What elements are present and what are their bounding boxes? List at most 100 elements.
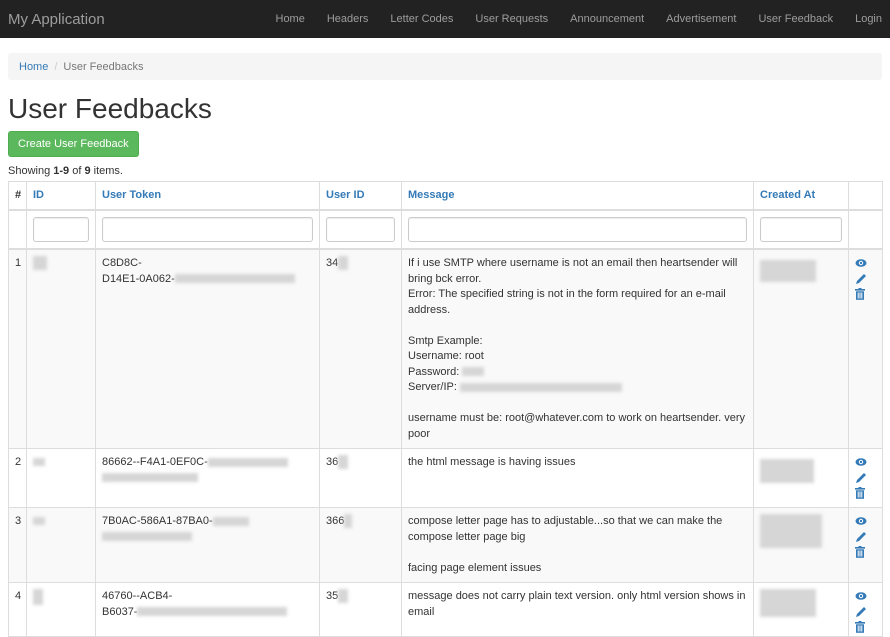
column-header-user-token[interactable]: User Token (102, 189, 161, 201)
column-header-message[interactable]: Message (408, 189, 454, 201)
row-user-token: C8D8C- D14E1-0A062- (96, 249, 320, 449)
row-index: 1 (9, 249, 27, 449)
brand-logo[interactable]: My Application (8, 11, 105, 28)
token-line2: B6037- (102, 606, 137, 618)
redacted-created-at (760, 260, 816, 282)
row-id (27, 583, 96, 637)
message-line: Smtp Example: (408, 334, 747, 350)
redacted-token (213, 517, 249, 526)
table-header-row: # ID User Token User ID Message Created … (9, 181, 883, 210)
row-actions (849, 583, 883, 637)
row-user-id: 366 (320, 508, 402, 583)
edit-pencil-icon[interactable] (855, 472, 878, 487)
row-message: If i use SMTP where username is not an e… (402, 249, 754, 449)
row-index: 3 (9, 508, 27, 583)
row-message: message does not carry plain text versio… (402, 583, 754, 637)
user-id-value: 366 (326, 515, 344, 527)
edit-pencil-icon[interactable] (855, 606, 878, 621)
redacted-created-at (760, 459, 814, 483)
row-user-id: 34 (320, 249, 402, 449)
message-line: compose letter page has to adjustable...… (408, 514, 747, 545)
user-id-value: 34 (326, 257, 338, 269)
message-line: facing page element issues (408, 561, 747, 577)
navbar: My Application Home Headers Letter Codes… (0, 0, 890, 38)
redacted-created-at (760, 514, 822, 548)
redacted-id (33, 256, 47, 270)
column-header-id[interactable]: ID (33, 189, 44, 201)
breadcrumb: Home / User Feedbacks (8, 53, 882, 80)
table-row: 1 C8D8C- D14E1-0A062- 34 If i use SMTP w… (9, 249, 883, 449)
nav-home[interactable]: Home (265, 13, 316, 25)
row-index: 2 (9, 449, 27, 508)
filter-id-input[interactable] (33, 217, 89, 242)
row-actions (849, 508, 883, 583)
row-index: 4 (9, 583, 27, 637)
edit-pencil-icon[interactable] (855, 273, 878, 288)
view-icon[interactable] (855, 591, 878, 606)
filter-created-at-input[interactable] (760, 217, 842, 242)
row-message: compose letter page has to adjustable...… (402, 508, 754, 583)
edit-pencil-icon[interactable] (855, 531, 878, 546)
redacted-created-at (760, 589, 816, 617)
row-actions (849, 449, 883, 508)
filter-user-id-input[interactable] (326, 217, 395, 242)
nav-announcement[interactable]: Announcement (559, 13, 655, 25)
summary-text: Showing 1-9 of 9 items. (8, 165, 882, 177)
token-line1: 86662--F4A1-0EF0C- (102, 456, 208, 468)
table-row: 4 46760--ACB4- B6037- 35 message does no… (9, 583, 883, 637)
redacted-token (102, 473, 198, 482)
message-line: username must be: root@whatever.com to w… (408, 411, 747, 442)
filter-message-input[interactable] (408, 217, 747, 242)
row-id (27, 508, 96, 583)
delete-trash-icon[interactable] (855, 288, 878, 303)
filter-row (9, 210, 883, 249)
user-id-value: 36 (326, 456, 338, 468)
column-header-actions (849, 181, 883, 210)
nav-menu: Home Headers Letter Codes User Requests … (265, 0, 890, 38)
redacted-token (175, 274, 295, 283)
message-line: Username: root (408, 349, 747, 365)
row-id (27, 449, 96, 508)
nav-user-feedback[interactable]: User Feedback (747, 13, 844, 25)
column-header-created-at[interactable]: Created At (760, 189, 815, 201)
delete-trash-icon[interactable] (855, 487, 878, 502)
redacted-user-id (338, 455, 348, 469)
view-icon[interactable] (855, 516, 878, 531)
summary-suffix: items. (91, 165, 123, 177)
feedback-table: # ID User Token User ID Message Created … (8, 181, 883, 637)
nav-letter-codes[interactable]: Letter Codes (379, 13, 464, 25)
row-created-at (754, 249, 849, 449)
token-line1: C8D8C- (102, 256, 313, 272)
delete-trash-icon[interactable] (855, 546, 878, 561)
row-user-token: 46760--ACB4- B6037- (96, 583, 320, 637)
row-user-id: 36 (320, 449, 402, 508)
row-created-at (754, 583, 849, 637)
view-icon[interactable] (855, 457, 878, 472)
message-line: If i use SMTP where username is not an e… (408, 256, 747, 287)
redacted-token (208, 458, 288, 467)
column-header-user-id[interactable]: User ID (326, 189, 365, 201)
message-line: Server/IP: (408, 381, 460, 393)
summary-range: 1-9 (53, 165, 69, 177)
breadcrumb-home[interactable]: Home (19, 61, 48, 73)
nav-login[interactable]: Login (844, 13, 890, 25)
main-content: Home / User Feedbacks User Feedbacks Cre… (0, 53, 890, 637)
table-row: 3 7B0AC-586A1-87BA0- 366 compose letter … (9, 508, 883, 583)
nav-advertisement[interactable]: Advertisement (655, 13, 747, 25)
user-id-value: 35 (326, 590, 338, 602)
nav-headers[interactable]: Headers (316, 13, 380, 25)
create-user-feedback-button[interactable]: Create User Feedback (8, 131, 139, 157)
redacted-id (33, 589, 43, 605)
message-line: Error: The specified string is not in th… (408, 287, 747, 318)
nav-user-requests[interactable]: User Requests (464, 13, 559, 25)
breadcrumb-current: User Feedbacks (63, 61, 143, 73)
breadcrumb-separator: / (48, 61, 63, 73)
redacted-token (137, 607, 287, 616)
redacted-id (33, 517, 45, 525)
redacted-user-id (338, 589, 348, 603)
delete-trash-icon[interactable] (855, 621, 878, 636)
view-icon[interactable] (855, 258, 878, 273)
filter-user-token-input[interactable] (102, 217, 313, 242)
row-created-at (754, 449, 849, 508)
redacted-server (460, 383, 622, 392)
